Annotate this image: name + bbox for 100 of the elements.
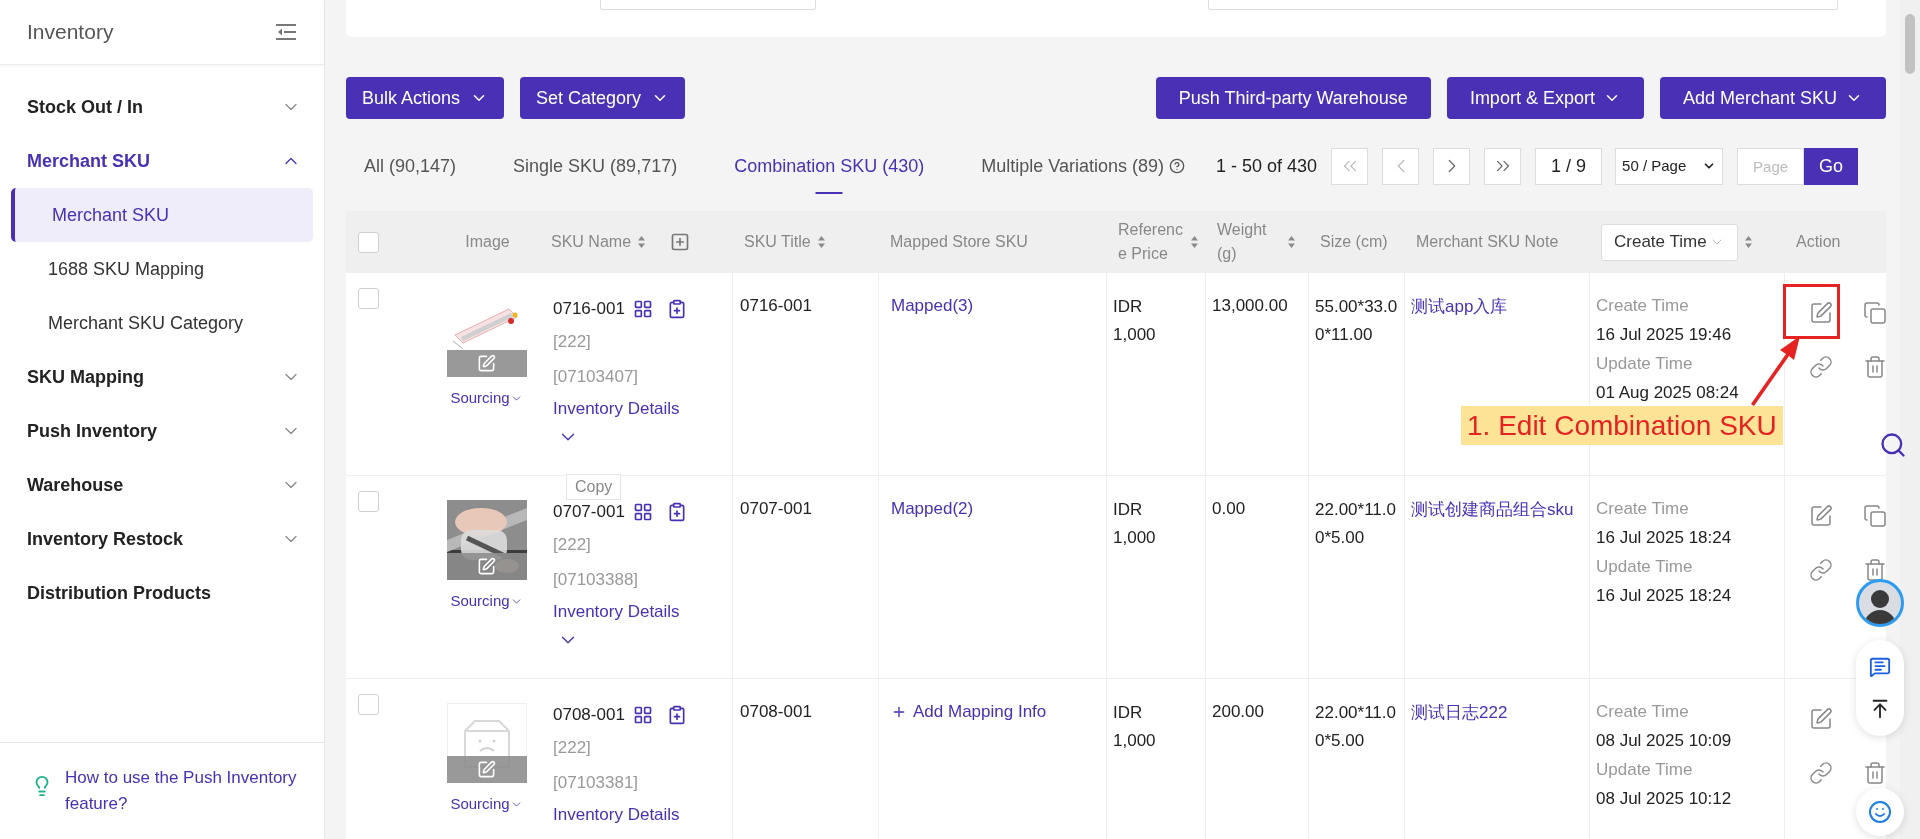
- delete-icon[interactable]: [1863, 558, 1886, 582]
- input-field[interactable]: [1208, 0, 1838, 10]
- link-icon[interactable]: [1809, 761, 1833, 785]
- edit-icon[interactable]: [1809, 707, 1833, 731]
- sidebar-title: Inventory: [27, 19, 114, 46]
- search-icon[interactable]: [1879, 431, 1907, 459]
- tab[interactable]: Combination SKU (430): [716, 138, 943, 194]
- column-header: SKU Title: [744, 232, 811, 252]
- weight: 13,000.00: [1212, 296, 1288, 315]
- toolbar-button[interactable]: Push Third-party Warehouse: [1155, 77, 1431, 119]
- mapped-link[interactable]: Mapped(2): [891, 499, 974, 518]
- sku-name: 0708-001: [553, 704, 625, 727]
- grid-icon[interactable]: [632, 299, 653, 319]
- checkbox[interactable]: [358, 231, 379, 253]
- smile-icon: [1868, 800, 1892, 824]
- scrollbar[interactable]: [1900, 0, 1920, 839]
- sourcing-dropdown[interactable]: Sourcing: [450, 387, 523, 410]
- sidebar-item[interactable]: 1688 SKU Mapping: [11, 242, 313, 296]
- chat-icon[interactable]: [1869, 656, 1891, 678]
- sidebar-group[interactable]: Stock Out / In: [11, 80, 313, 134]
- sidebar-item[interactable]: Merchant SKU: [11, 188, 313, 242]
- annotation-label: 1. Edit Combination SKU: [1461, 406, 1783, 445]
- tab[interactable]: All (90,147): [346, 138, 475, 194]
- copy-icon[interactable]: [1863, 504, 1886, 528]
- inventory-details-link[interactable]: Inventory Details: [553, 394, 732, 424]
- reference-price: 1,000: [1113, 730, 1157, 752]
- input-field[interactable]: [600, 0, 816, 10]
- page-size-select[interactable]: 50 / Page: [1615, 147, 1724, 185]
- add-mapping-link[interactable]: Add Mapping Info: [891, 699, 1106, 725]
- merchant-note: 测试日志222: [1411, 702, 1509, 724]
- merchant-note: 测试创建商品组合sku: [1411, 499, 1575, 521]
- sku-name: 0707-001: [553, 501, 625, 524]
- last-page-button[interactable]: [1484, 147, 1522, 185]
- sort-icon[interactable]: [637, 235, 647, 249]
- sidebar-group[interactable]: Distribution Products: [11, 566, 313, 620]
- weight: 0.00: [1212, 499, 1246, 518]
- column-header: SKU Name: [551, 232, 632, 252]
- sidebar-group[interactable]: Inventory Restock: [11, 512, 313, 566]
- edit-icon: [477, 557, 496, 576]
- edit-icon[interactable]: [1809, 504, 1833, 528]
- link-icon[interactable]: [1809, 355, 1833, 379]
- toolbar-button[interactable]: Set Category: [520, 77, 686, 119]
- page-range: 1 - 50 of 430: [1216, 154, 1318, 178]
- edit-icon[interactable]: [1809, 301, 1833, 325]
- time-value: 16 Jul 2025 18:24: [1596, 527, 1733, 549]
- time-label: Update Time: [1596, 759, 1694, 781]
- time-value: 01 Aug 2025 08:24: [1596, 382, 1740, 404]
- toolbar-button[interactable]: Import & Export: [1446, 77, 1644, 119]
- column-header: Merchant SKU Note: [1416, 232, 1559, 252]
- checkbox[interactable]: [358, 491, 379, 512]
- help-icon[interactable]: [1169, 158, 1185, 174]
- weight: 200.00: [1212, 702, 1264, 721]
- tab[interactable]: Single SKU (89,717): [495, 138, 696, 194]
- mapped-link[interactable]: Mapped(3): [891, 296, 974, 315]
- toolbar-button[interactable]: Bulk Actions: [346, 77, 505, 119]
- sidebar-item[interactable]: Merchant SKU Category: [11, 296, 313, 350]
- image-edit-bar[interactable]: [446, 756, 527, 783]
- inventory-details-link[interactable]: Inventory Details: [553, 800, 732, 830]
- add-column-icon[interactable]: [670, 232, 691, 252]
- page-field[interactable]: Page: [1737, 147, 1805, 185]
- sku-title: 0716-001: [740, 296, 812, 315]
- help-link[interactable]: How to use the Push Inventory feature?: [65, 765, 304, 817]
- delete-icon[interactable]: [1863, 355, 1886, 379]
- sort-icon[interactable]: [1743, 235, 1753, 249]
- time-label: Update Time: [1596, 353, 1694, 375]
- size: 55.00*33.00*11.00: [1315, 296, 1398, 346]
- sidebar-group[interactable]: Merchant SKU: [11, 134, 313, 188]
- sku-code: [222]: [553, 534, 592, 556]
- delete-icon[interactable]: [1863, 761, 1886, 785]
- checkbox[interactable]: [358, 288, 379, 309]
- size: 22.00*11.00*5.00: [1315, 499, 1397, 549]
- sourcing-dropdown[interactable]: Sourcing: [450, 590, 523, 613]
- checkbox[interactable]: [358, 694, 379, 715]
- link-icon[interactable]: [1809, 558, 1833, 582]
- sku-title: 0708-001: [740, 702, 812, 721]
- merchant-note: 测试app入库: [1411, 296, 1509, 318]
- inventory-details-link[interactable]: Inventory Details: [553, 597, 732, 627]
- image-edit-bar[interactable]: [446, 350, 527, 377]
- grid-icon[interactable]: [632, 502, 653, 522]
- tab[interactable]: Multiple Variations (89): [963, 138, 1203, 194]
- go-button[interactable]: Go: [1804, 147, 1859, 185]
- reference-price: 1,000: [1113, 324, 1157, 346]
- collapse-menu-icon[interactable]: [275, 23, 297, 41]
- sidebar-group[interactable]: Warehouse: [11, 458, 313, 512]
- sort-field-select[interactable]: Create Time: [1601, 223, 1738, 261]
- toolbar-button[interactable]: Add Merchant SKU: [1659, 77, 1886, 119]
- copy-icon[interactable]: [1863, 301, 1886, 325]
- reference-price: IDR: [1113, 702, 1144, 724]
- image-edit-bar[interactable]: [446, 553, 527, 580]
- sort-icon[interactable]: [1287, 235, 1296, 249]
- sourcing-dropdown[interactable]: Sourcing: [450, 793, 523, 816]
- sku-code: [07103407]: [553, 366, 640, 388]
- sort-icon[interactable]: [816, 235, 826, 249]
- sidebar-group[interactable]: SKU Mapping: [11, 350, 313, 404]
- sort-icon[interactable]: [1190, 235, 1199, 249]
- column-header: Action: [1796, 232, 1841, 252]
- grid-icon[interactable]: [632, 705, 653, 725]
- sku-code: [07103381]: [553, 772, 640, 794]
- sidebar-group[interactable]: Push Inventory: [11, 404, 313, 458]
- column-header: Reference Price: [1118, 220, 1184, 264]
